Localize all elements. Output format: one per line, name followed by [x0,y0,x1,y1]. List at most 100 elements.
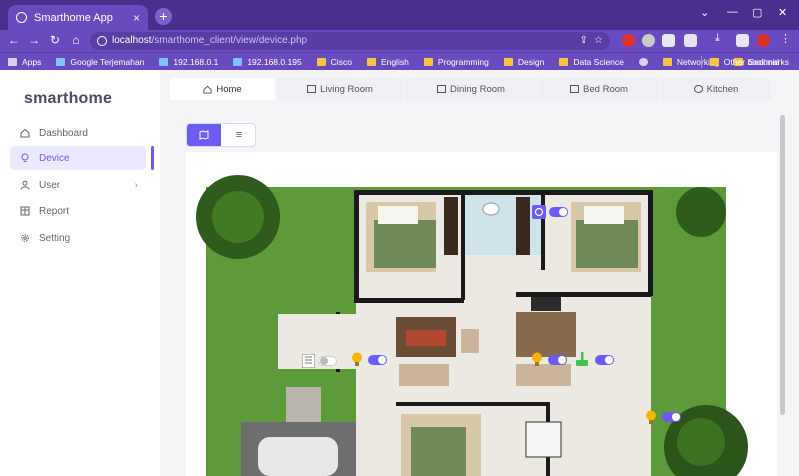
list-view-button[interactable]: ≡ [222,124,256,146]
view-toggle: ≡ [186,123,256,147]
forward-icon[interactable]: → [26,33,42,47]
sidepanel-icon[interactable] [736,34,749,47]
gear-icon [21,234,29,242]
kitchen-icon [693,85,703,93]
globe-icon [638,57,648,66]
room-tabs: Home Living Room Dining Room Bed Room Ki… [170,78,773,100]
site-info-icon[interactable] [97,36,107,46]
browser-toolbar: ← → ↻ ⌂ localhost/smarthome_client/view/… [0,30,799,52]
chevron-down-icon[interactable]: ⌄ [700,6,709,19]
folder-icon [503,57,513,66]
toggle-switch[interactable] [548,355,567,365]
browser-tab[interactable]: Smarthome App × [8,5,148,30]
folder-icon [316,57,326,66]
toggle-switch[interactable] [318,356,337,366]
bulb-icon [532,352,542,366]
bulb-icon [646,410,656,424]
floor-plan [186,152,777,476]
sidebar-item-report[interactable]: Report [10,199,146,223]
toggle-switch[interactable] [595,355,614,365]
bookmarks-bar: Apps Google Terjemahan 192.168.0.1 192.1… [0,52,799,70]
bookmark-apps[interactable]: Apps [8,57,41,67]
bookmark-router-1[interactable]: 192.168.0.1 [159,57,218,67]
extension-doc-icon[interactable] [662,34,675,47]
tab-living-room[interactable]: Living Room [277,78,405,100]
map-icon [199,130,209,140]
brand-logo: smarthome [24,90,113,107]
bookmark-globe[interactable] [638,57,653,66]
sidebar-item-device[interactable]: Device [10,146,146,170]
reload-icon[interactable]: ↻ [47,33,63,47]
device-heater[interactable] [301,353,337,373]
chevron-right-icon: › [134,179,138,191]
menu-icon[interactable]: ⋮ [780,32,793,45]
tab-dining-room[interactable]: Dining Room [405,78,539,100]
bulb-icon [352,352,362,366]
browser-window: Smarthome App × + ⌄ — ▢ ✕ ← → ↻ ⌂ localh… [0,0,799,476]
extension-opera-icon[interactable] [622,34,635,47]
new-tab-button[interactable]: + [155,8,172,25]
device-cleaner[interactable] [575,352,614,372]
share-icon[interactable]: ⇪ [580,32,588,50]
bookmark-google-translate[interactable]: Google Terjemahan [56,57,144,67]
globe-icon [16,12,27,23]
home-icon [203,85,212,94]
map-view-button[interactable] [187,124,221,146]
sidebar-item-dashboard[interactable]: Dashboard [10,121,146,145]
scrollbar[interactable] [777,70,787,476]
user-icon [20,180,30,190]
folder-icon [366,57,376,66]
minimize-icon[interactable]: — [727,6,738,18]
bookmark-router-2[interactable]: 192.168.0.195 [233,57,302,67]
list-icon: ≡ [235,129,243,141]
back-icon[interactable]: ← [6,33,22,47]
folder-icon [559,57,569,66]
home-icon[interactable]: ⌂ [68,33,84,47]
table-icon [437,85,447,93]
folder-icon [423,57,433,66]
star-icon[interactable]: ☆ [594,32,603,50]
heater-icon [301,353,316,369]
extension-icon[interactable] [642,34,655,47]
folder-icon [709,58,719,66]
bookmark-cisco[interactable]: Cisco [316,57,352,67]
device-ac[interactable] [532,205,568,224]
scrollbar-thumb[interactable] [780,115,785,415]
home-icon [20,128,30,138]
page-viewport: smarthome Dashboard Device User › Report… [0,70,799,476]
sofa-icon [307,85,317,93]
sidebar-item-user[interactable]: User › [10,173,146,197]
maximize-icon[interactable]: ▢ [752,6,762,19]
apps-grid-icon [8,57,17,66]
floor-plan-image [196,175,748,476]
sidebar-item-setting[interactable]: Setting [10,226,146,250]
tab-kitchen[interactable]: Kitchen [661,78,773,100]
close-window-icon[interactable]: ✕ [778,6,787,19]
bookmark-data-science[interactable]: Data Science [559,57,624,67]
profile-avatar[interactable] [757,34,770,47]
bookmark-english[interactable]: English [366,57,409,67]
toggle-switch[interactable] [549,207,568,217]
main-content: Home Living Room Dining Room Bed Room Ki… [170,70,787,476]
active-indicator [151,146,154,170]
bulb-icon [21,153,29,162]
bookmark-design[interactable]: Design [503,57,544,67]
url-host: localhost [112,35,152,46]
globe-icon [233,57,243,66]
tab-title: Smarthome App [34,11,113,24]
toggle-switch[interactable] [662,412,681,422]
bookmark-programming[interactable]: Programming [423,57,489,67]
address-bar[interactable]: localhost/smarthome_client/view/device.p… [90,32,610,50]
toggle-switch[interactable] [368,355,387,365]
tab-strip: Smarthome App × + ⌄ — ▢ ✕ [0,0,799,30]
close-icon[interactable]: × [133,11,140,25]
bed-icon [570,85,580,93]
translate-icon [56,57,66,66]
tab-bed-room[interactable]: Bed Room [539,78,661,100]
puzzle-icon[interactable] [684,34,697,47]
sidebar: smarthome Dashboard Device User › Report… [0,70,160,476]
tab-home[interactable]: Home [170,78,277,100]
globe-icon [159,57,169,66]
bookmark-other[interactable]: Other bookmarks [693,56,789,68]
download-icon[interactable]: ⤓ [715,32,728,45]
